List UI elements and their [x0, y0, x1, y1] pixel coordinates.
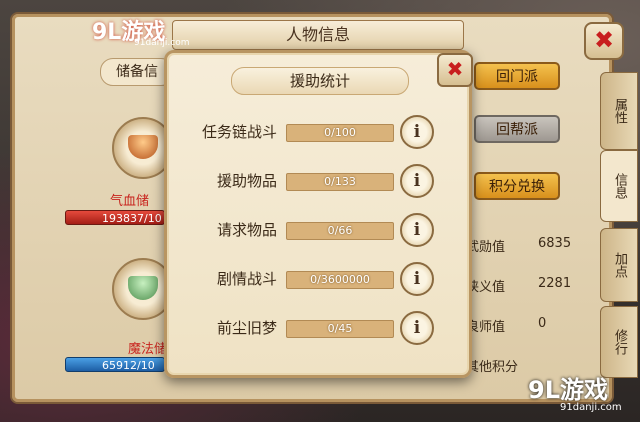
row-label: 剧情战斗 [216, 270, 277, 288]
watermark-brand: 9L游戏 [528, 376, 608, 404]
progress-bar: 0/100 [286, 124, 394, 142]
info-icon[interactable]: i [400, 262, 434, 296]
stat-row-xiayi: 侠义值 2281 [466, 276, 576, 295]
row-label: 前尘旧梦 [216, 319, 277, 337]
hp-reserve-label: 气血储 [110, 194, 150, 209]
info-icon[interactable]: i [400, 115, 434, 149]
tab-attributes[interactable]: 属性 [600, 72, 638, 150]
stat-value: 6835 [538, 236, 572, 251]
return-guild-button[interactable]: 回帮派 [474, 115, 560, 143]
info-icon[interactable]: i [400, 164, 434, 198]
stat-label: 其他积分 [466, 360, 519, 375]
watermark-logo: 9L游戏 91danji.com [528, 370, 638, 420]
assist-row: 前尘旧梦 0/45 i [167, 309, 469, 345]
progress-text: 0/66 [327, 224, 353, 237]
window-title: 人物信息 [172, 20, 464, 50]
progress-bar: 0/133 [286, 173, 394, 191]
assist-row: 剧情战斗 0/3600000 i [167, 260, 469, 296]
return-sect-button[interactable]: 回门派 [474, 62, 560, 90]
mp-reserve-label: 魔法储 [128, 342, 168, 357]
progress-text: 0/133 [324, 175, 356, 188]
progress-bar: 0/3600000 [286, 271, 394, 289]
info-icon[interactable]: i [400, 213, 434, 247]
assist-stats-dialog: 援助统计 ✖ 任务链战斗 0/100 i 援助物品 0/133 i 请求物品 0… [164, 50, 473, 378]
row-label: 援助物品 [216, 172, 277, 190]
assist-row: 援助物品 0/133 i [167, 162, 469, 198]
assist-row: 请求物品 0/66 i [167, 211, 469, 247]
assist-row: 任务链战斗 0/100 i [167, 113, 469, 149]
progress-bar: 0/66 [286, 222, 394, 240]
progress-text: 0/3600000 [310, 273, 370, 286]
points-exchange-button[interactable]: 积分兑换 [474, 172, 560, 200]
tab-info[interactable]: 信息 [600, 150, 638, 222]
progress-text: 0/45 [327, 322, 353, 335]
progress-bar: 0/45 [286, 320, 394, 338]
site-logo-domain: 91danji.com [134, 38, 190, 48]
stat-row-liangshi: 良师值 0 [466, 316, 576, 335]
window-close-button[interactable]: ✖ [584, 22, 624, 60]
mp-reserve-bar: 65912/10 [65, 357, 165, 372]
site-logo: 9L游戏 91danji.com [92, 14, 192, 48]
info-icon[interactable]: i [400, 311, 434, 345]
tab-cultivation[interactable]: 修行 [600, 306, 638, 378]
stat-value: 0 [538, 316, 547, 331]
dialog-title: 援助统计 [231, 67, 409, 95]
dialog-close-button[interactable]: ✖ [437, 53, 473, 87]
row-label: 请求物品 [216, 221, 277, 239]
tab-add-points[interactable]: 加点 [600, 228, 638, 302]
progress-text: 0/100 [324, 126, 356, 139]
stat-row-wuxun: 武勋值 6835 [466, 236, 576, 255]
hp-reserve-bar: 193837/10 [65, 210, 165, 225]
row-label: 任务链战斗 [201, 123, 277, 141]
reserve-tab[interactable]: 储备信 [100, 58, 174, 86]
stat-value: 2281 [538, 276, 572, 291]
watermark-domain: 91danji.com [560, 402, 622, 413]
